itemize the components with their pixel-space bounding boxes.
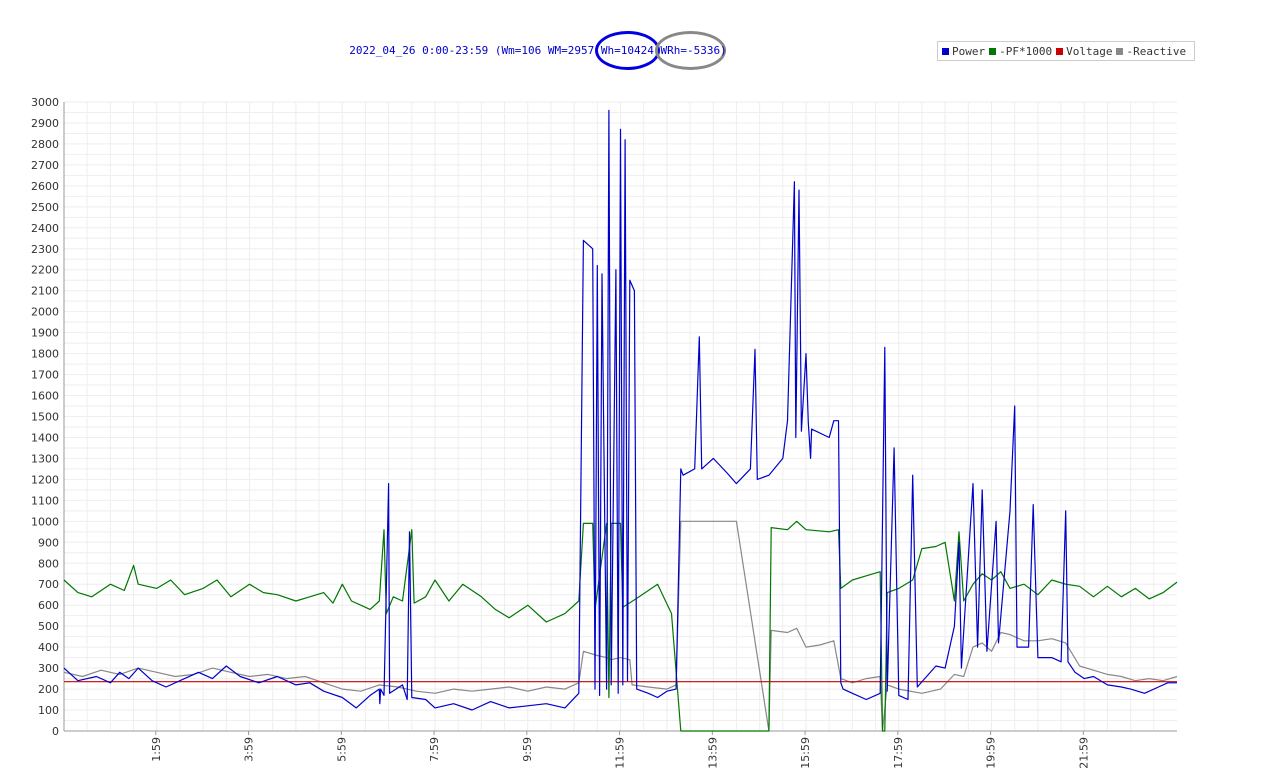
y-tick-label: 100 xyxy=(38,704,59,717)
y-tick-label: 1100 xyxy=(31,494,59,507)
x-tick-label: 5:59 xyxy=(335,737,348,762)
y-tick-label: 1500 xyxy=(31,411,59,424)
y-tick-label: 2300 xyxy=(31,243,59,256)
y-tick-label: 600 xyxy=(38,599,59,612)
x-tick-label: 11:59 xyxy=(614,737,627,768)
x-tick-label: 15:59 xyxy=(799,737,812,768)
y-tick-label: 2200 xyxy=(31,264,59,277)
x-tick-label: 21:59 xyxy=(1077,737,1090,768)
y-tick-label: 800 xyxy=(38,557,59,570)
y-tick-label: 500 xyxy=(38,620,59,633)
y-tick-label: 0 xyxy=(52,725,59,738)
y-tick-label: 2600 xyxy=(31,180,59,193)
x-tick-label: 7:59 xyxy=(428,737,441,762)
y-tick-label: 1400 xyxy=(31,431,59,444)
y-tick-label: 1800 xyxy=(31,348,59,361)
y-tick-label: 3000 xyxy=(31,96,59,109)
y-tick-label: 1200 xyxy=(31,473,59,486)
y-tick-label: 1300 xyxy=(31,452,59,465)
x-tick-label: 13:59 xyxy=(706,737,719,768)
y-tick-label: 2500 xyxy=(31,201,59,214)
y-tick-label: 700 xyxy=(38,578,59,591)
y-tick-label: 2900 xyxy=(31,117,59,130)
y-tick-label: 2400 xyxy=(31,222,59,235)
chart-plot: 0 100 200 300 400 500 600 700 800 900 1000 1100 1200… xyxy=(31,96,1178,768)
y-tick-label: 300 xyxy=(38,662,59,675)
x-tick-label: 9:59 xyxy=(521,737,534,762)
y-tick-label: 200 xyxy=(38,683,59,696)
y-tick-label: 1600 xyxy=(31,390,59,403)
y-tick-label: 2800 xyxy=(31,138,59,151)
y-tick-label: 1900 xyxy=(31,327,59,340)
y-tick-label: 1700 xyxy=(31,369,59,382)
y-tick-label: 2000 xyxy=(31,306,59,319)
y-tick-label: 1000 xyxy=(31,515,59,528)
x-tick-label: 17:59 xyxy=(892,737,905,768)
x-tick-label: 3:59 xyxy=(243,737,256,762)
y-tick-label: 900 xyxy=(38,536,59,549)
y-tick-label: 2100 xyxy=(31,285,59,298)
x-tick-label: 1:59 xyxy=(150,737,163,762)
y-tick-label: 400 xyxy=(38,641,59,654)
x-tick-label: 19:59 xyxy=(985,737,998,768)
y-tick-label: 2700 xyxy=(31,159,59,172)
